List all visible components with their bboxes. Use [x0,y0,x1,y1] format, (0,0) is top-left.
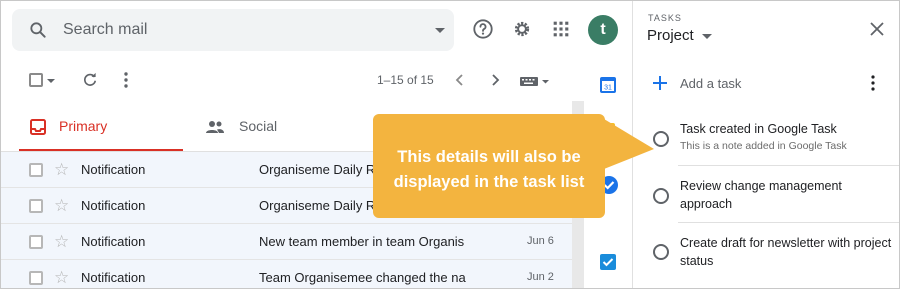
annotation-callout: This details will also be displayed in t… [373,114,605,218]
mail-row-checkbox[interactable] [29,199,43,213]
more-options-icon[interactable] [117,71,135,89]
star-icon[interactable]: ☆ [54,160,69,180]
add-task-icon[interactable] [651,74,669,92]
mail-row[interactable]: ☆ Notification Team Organisemee changed … [1,260,572,288]
task-divider [678,222,899,223]
refresh-icon[interactable] [81,71,99,89]
mail-subject: New team member in team Organis [259,234,465,249]
task-title: Create draft for newsletter with project… [680,236,892,268]
mail-sender: Notification [81,270,146,285]
annotation-pointer [604,119,654,169]
keyboard-input-icon[interactable] [519,72,551,90]
chevron-left-icon[interactable] [451,71,469,89]
task-title: Task created in Google Task [680,122,837,136]
tab-primary[interactable]: Primary [19,104,183,152]
calendar-icon[interactable]: 31 [599,76,617,94]
mail-sender: Notification [81,198,146,213]
tasks-panel-label: TASKS [648,13,682,23]
tab-social[interactable]: Social [183,104,383,152]
task-list-options-icon[interactable] [865,74,881,92]
task-item[interactable]: Review change management approach [641,177,899,221]
mail-sender: Notification [81,162,146,177]
avatar[interactable]: t [588,15,618,45]
search-icon[interactable] [28,20,48,40]
task-complete-toggle[interactable] [653,188,669,204]
mail-row-checkbox[interactable] [29,271,43,285]
select-dropdown-icon[interactable] [45,72,57,90]
mail-subject: Team Organisemee changed the na [259,270,466,285]
select-all-checkbox[interactable] [29,73,43,87]
mail-sender: Notification [81,234,146,249]
task-item[interactable]: Create draft for newsletter with project… [641,234,899,278]
mail-date: Jun 6 [527,235,554,247]
task-title: Review change management approach [680,179,842,211]
pagination-range: 1–15 of 15 [377,73,434,87]
mail-date: Jun 2 [527,271,554,283]
help-icon[interactable] [472,18,494,40]
add-task-button[interactable]: Add a task [680,76,741,91]
people-icon [206,121,224,133]
tab-social-label: Social [239,118,278,134]
mail-row-checkbox[interactable] [29,163,43,177]
task-list-selector[interactable]: Project [647,27,694,44]
search-bar[interactable]: Search mail [12,9,454,51]
task-divider [678,165,899,166]
settings-gear-icon[interactable] [511,18,533,40]
inbox-icon [30,119,46,135]
task-checkbox-icon[interactable] [599,253,617,271]
task-complete-toggle[interactable] [653,131,669,147]
task-note: This is a note added in Google Task [680,140,847,152]
calendar-day-number: 31 [604,85,612,92]
task-item[interactable]: Task created in Google Task This is a no… [641,119,899,165]
apps-grid-icon[interactable] [550,18,572,40]
search-input[interactable]: Search mail [63,21,147,39]
gmail-window: Search mail t 1–15 of 15 Primary Social … [0,0,900,289]
mail-row-checkbox[interactable] [29,235,43,249]
chevron-down-icon[interactable] [702,34,712,39]
annotation-text: This details will also be displayed in t… [393,148,585,191]
star-icon[interactable]: ☆ [54,196,69,216]
search-options-icon[interactable] [435,28,445,33]
tab-primary-label: Primary [59,118,108,134]
mail-row[interactable]: ☆ Notification New team member in team O… [1,224,572,260]
star-icon[interactable]: ☆ [54,232,69,252]
chevron-right-icon[interactable] [486,71,504,89]
close-icon[interactable] [868,20,886,38]
star-icon[interactable]: ☆ [54,268,69,288]
task-complete-toggle[interactable] [653,244,669,260]
